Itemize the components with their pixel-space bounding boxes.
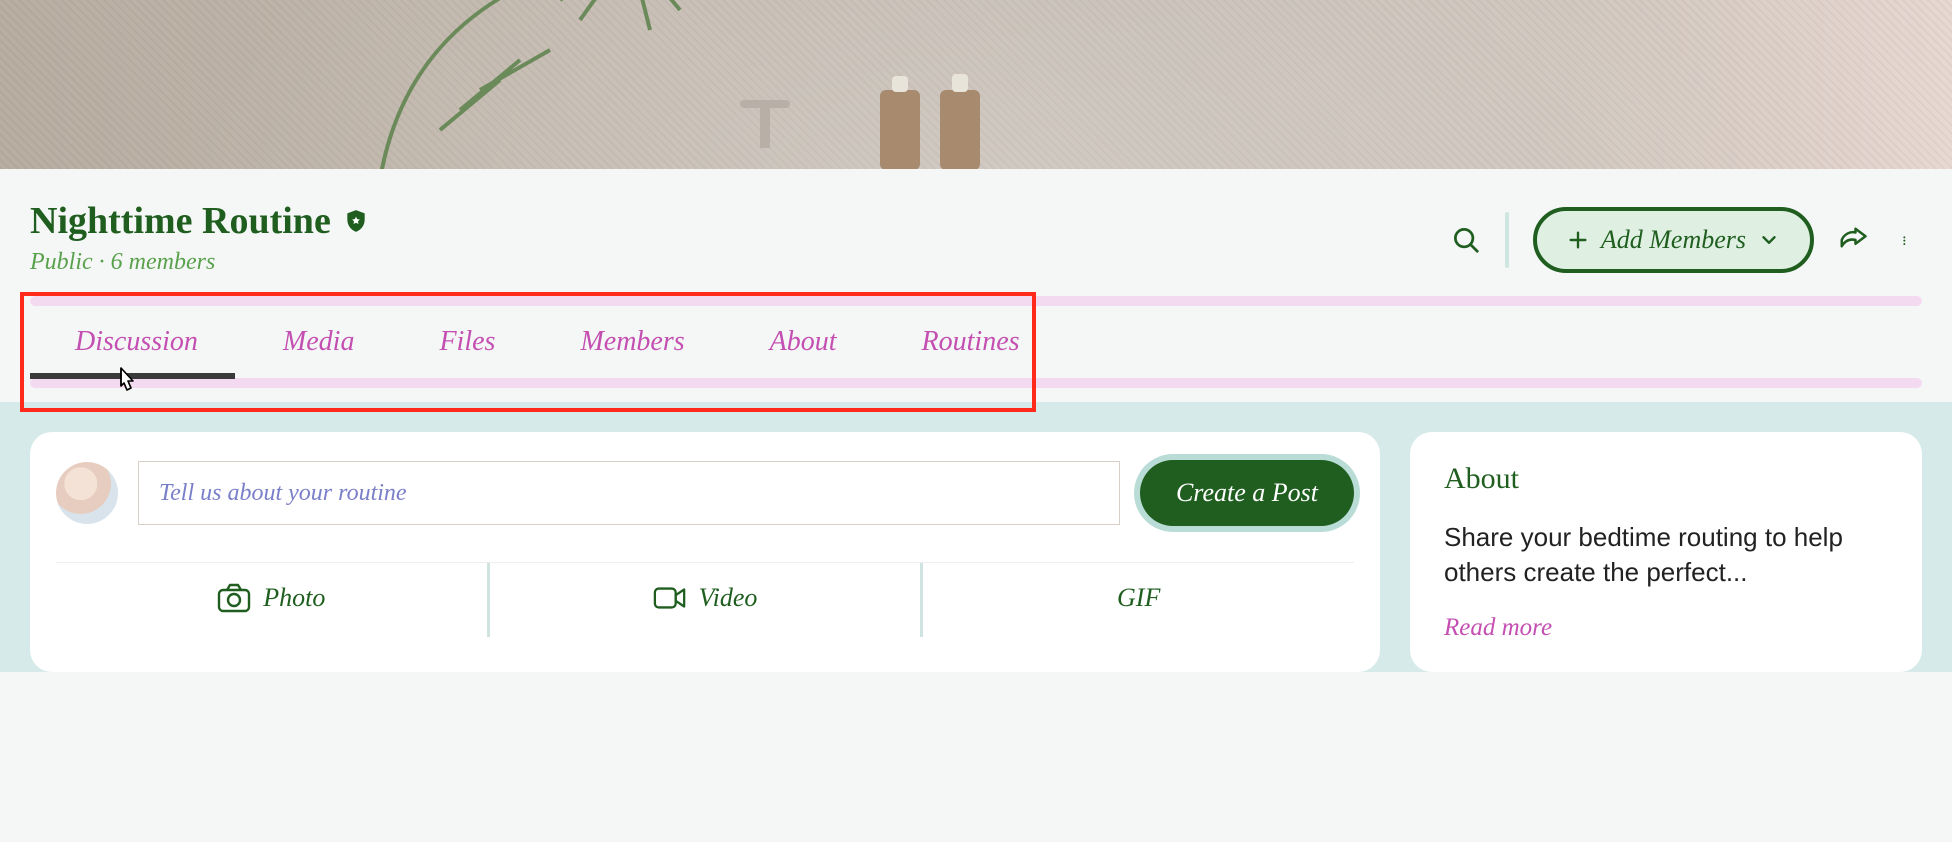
avatar[interactable] [56,462,118,524]
create-post-button[interactable]: Create a Post [1140,460,1354,526]
group-title: Nighttime Routine [30,199,331,243]
tab-about[interactable]: About [770,326,837,358]
attach-photo-label: Photo [263,583,325,613]
tabs-bottom-border [30,378,1922,388]
add-members-label: Add Members [1601,225,1746,255]
tabs-container: Discussion Media Files Members About Rou… [30,296,1922,388]
about-card: About Share your bedtime routing to help… [1410,432,1922,672]
content-body: Create a Post Photo Video GIF About Shar… [0,402,1952,672]
tab-files[interactable]: Files [439,326,495,358]
header-divider [1505,212,1509,268]
share-icon[interactable] [1838,225,1868,255]
camera-icon [217,583,251,613]
active-tab-underline [30,373,235,379]
compose-card: Create a Post Photo Video GIF [30,432,1380,672]
search-icon[interactable] [1451,225,1481,255]
tab-media[interactable]: Media [283,326,355,358]
group-header: Nighttime Routine Public · 6 members Add… [0,169,1952,296]
chevron-down-icon [1758,229,1780,251]
plus-icon [1567,229,1589,251]
about-title: About [1444,462,1888,496]
tab-discussion[interactable]: Discussion [75,326,198,358]
tabs-top-border [30,296,1922,306]
add-members-button[interactable]: Add Members [1533,207,1814,273]
attach-photo-button[interactable]: Photo [56,563,487,637]
cover-shower-decorative [730,90,810,169]
attach-gif-button[interactable]: GIF [920,563,1354,637]
attach-video-label: Video [699,583,758,613]
read-more-link[interactable]: Read more [1444,614,1888,642]
video-icon [653,583,687,613]
group-subtitle: Public · 6 members [30,249,369,276]
attach-video-button[interactable]: Video [487,563,921,637]
cover-palm-decorative [280,0,780,169]
compose-input[interactable] [138,461,1120,525]
attach-gif-label: GIF [1117,583,1160,613]
more-options-icon[interactable] [1892,225,1922,255]
tab-members[interactable]: Members [580,326,684,358]
about-text: Share your bedtime routing to help other… [1444,520,1888,590]
tab-routines[interactable]: Routines [922,326,1020,358]
cover-bottles-decorative [870,60,1010,169]
shield-check-icon [343,208,369,234]
group-cover-image [0,0,1952,169]
